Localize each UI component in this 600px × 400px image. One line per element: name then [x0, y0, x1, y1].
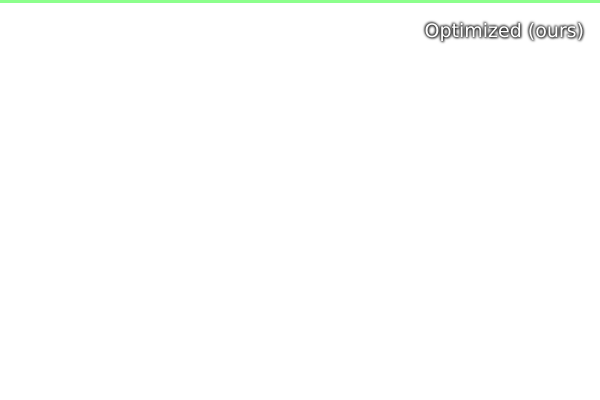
overlay-label: Optimized (ours)	[424, 20, 585, 42]
screenshot-frame: Optimized (ours)	[0, 0, 600, 400]
content-area	[0, 3, 600, 400]
